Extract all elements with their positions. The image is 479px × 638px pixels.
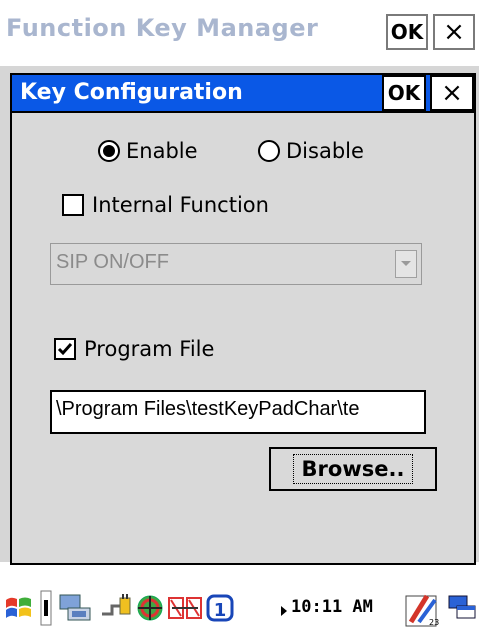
program-path-input[interactable]: \Program Files\testKeyPadChar\te [50,390,426,434]
chevron-down-icon[interactable] [395,250,417,278]
function-select-value: SIP ON/OFF [56,251,169,273]
browse-button[interactable]: Browse.. [269,447,437,491]
program-file-checkbox[interactable]: Program File [54,337,214,361]
disable-radio-circle[interactable] [258,140,280,162]
disable-radio-label: Disable [286,139,364,163]
input-panel-icon[interactable] [40,590,52,630]
dialog-title-bar: Key Configuration OK × [12,75,474,113]
dialog-close-button[interactable]: × [430,75,474,111]
checkmark-icon [57,343,73,356]
program-file-box[interactable] [54,338,76,360]
globe-icon[interactable] [136,594,164,626]
connection-icon[interactable] [168,596,202,624]
outer-close-button[interactable]: × [433,14,475,50]
enable-radio-label: Enable [126,139,198,163]
sim-1-icon[interactable]: 1 [206,594,234,626]
outer-ok-button[interactable]: OK [386,14,428,50]
outer-window-title: Function Key Manager [6,14,319,42]
function-select[interactable]: SIP ON/OFF [50,243,422,285]
sip-keyboard-icon[interactable]: 23 [405,590,439,632]
enable-radio-circle[interactable] [98,140,120,162]
svg-text:1: 1 [214,600,227,621]
key-configuration-dialog: Key Configuration OK × Enable Disable In… [10,73,476,565]
taskbar: 1 10:11 AM 23 [0,580,479,638]
dialog-ok-button[interactable]: OK [382,75,426,111]
browse-button-label: Browse.. [292,454,414,484]
dialog-title: Key Configuration [20,80,243,105]
internal-function-label: Internal Function [92,193,269,217]
power-icon[interactable] [98,592,132,628]
internal-function-box[interactable] [62,194,84,216]
expand-arrow-icon[interactable] [280,602,288,621]
start-flag-icon[interactable] [4,594,34,626]
program-file-label: Program File [84,337,215,361]
window-switch-icon[interactable] [447,594,477,626]
taskbar-clock[interactable]: 10:11 AM [291,597,373,617]
outer-title-bar: Function Key Manager OK × [0,0,479,64]
svg-text:23: 23 [429,618,439,627]
network-icon[interactable] [58,592,92,628]
internal-function-checkbox[interactable]: Internal Function [62,193,269,217]
enable-radio[interactable]: Enable [98,139,198,163]
disable-radio[interactable]: Disable [258,139,364,163]
